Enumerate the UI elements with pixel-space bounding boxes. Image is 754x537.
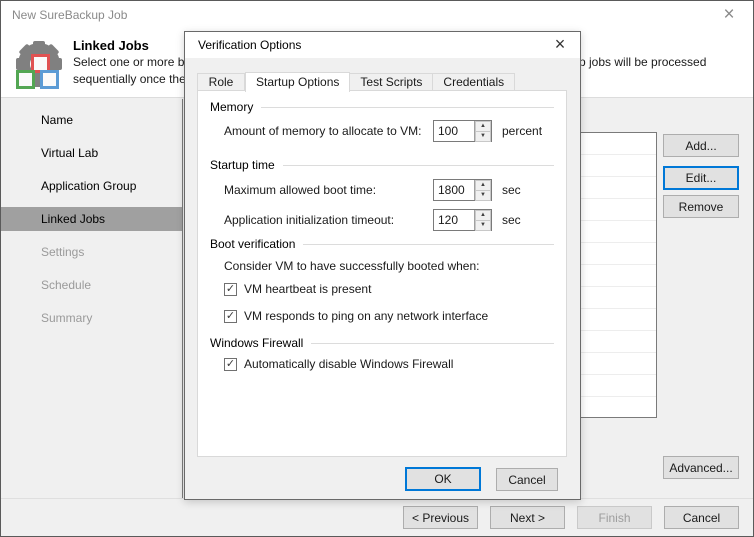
heartbeat-checkbox-row: ✓ VM heartbeat is present [224,281,566,297]
ok-button[interactable]: OK [405,467,481,491]
tab-credentials[interactable]: Credentials [433,73,516,91]
dialog-close-icon[interactable]: × [550,34,570,54]
remove-button[interactable]: Remove [663,195,739,218]
previous-button[interactable]: < Previous [403,506,478,529]
firewall-checkbox-row: ✓ Automatically disable Windows Firewall [224,356,566,372]
firewall-group-header: Windows Firewall [210,335,554,351]
memory-amount-value[interactable]: 100 [434,121,474,141]
spin-up-icon[interactable]: ▲ [475,180,491,190]
init-timeout-field-row: Application initialization timeout: 120 … [224,209,554,231]
boot-time-label: Maximum allowed boot time: [224,183,377,197]
startup-options-panel: Memory Amount of memory to allocate to V… [197,90,567,457]
window-close-icon[interactable]: × [718,4,740,26]
dialog-title: Verification Options [198,38,302,52]
window-title: New SureBackup Job [12,8,128,22]
boot-verification-group-label: Boot verification [210,237,296,251]
ping-checkbox[interactable]: ✓ [224,309,237,323]
blue-square-icon [40,70,59,89]
boot-verification-intro: Consider VM to have successfully booted … [224,259,480,273]
group-divider [311,342,554,344]
init-timeout-unit-label: sec [502,213,521,227]
group-divider [282,164,554,166]
memory-amount-label: Amount of memory to allocate to VM: [224,124,422,138]
edit-button[interactable]: Edit... [663,166,739,190]
step-heading: Linked Jobs [73,38,149,53]
ping-checkbox-row: ✓ VM responds to ping on any network int… [224,308,566,324]
verification-options-dialog: Verification Options × Role Startup Opti… [184,31,581,500]
firewall-group-label: Windows Firewall [210,336,304,350]
group-divider [303,243,554,245]
wizard-footer: < Previous Next > Finish Cancel [1,498,753,536]
spin-down-icon[interactable]: ▼ [475,131,491,142]
memory-unit-label: percent [502,124,543,138]
step-description-line1: Select one or more b [73,55,185,69]
init-timeout-value[interactable]: 120 [434,210,474,230]
spin-down-icon[interactable]: ▼ [475,220,491,231]
dialog-cancel-button[interactable]: Cancel [496,468,558,491]
init-timeout-label: Application initialization timeout: [224,213,395,227]
wizard-window: New SureBackup Job × Linked Jobs Select … [0,0,754,537]
boot-time-unit-label: sec [502,183,521,197]
add-button[interactable]: Add... [663,134,739,157]
sidebar-item-summary: Summary [41,311,93,325]
sidebar-item-settings: Settings [41,245,85,259]
heartbeat-checkbox[interactable]: ✓ [224,282,237,296]
memory-group-header: Memory [210,99,554,115]
green-square-icon [16,70,35,89]
sidebar-item-name[interactable]: Name [1,108,182,132]
sidebar-item-linked-jobs[interactable]: Linked Jobs [1,207,182,231]
next-button[interactable]: Next > [490,506,565,529]
memory-field-row: Amount of memory to allocate to VM: 100 … [224,120,554,142]
advanced-button[interactable]: Advanced... [663,456,739,479]
boot-time-field-row: Maximum allowed boot time: 1800 ▲ ▼ sec [224,179,554,201]
group-divider [261,106,554,108]
sidebar-item-application-group[interactable]: Application Group [1,174,182,198]
step-description-line2: sequentially once the [73,72,186,86]
firewall-checkbox-label[interactable]: Automatically disable Windows Firewall [244,357,453,371]
dialog-titlebar: Verification Options × [185,32,580,58]
boot-verification-group-header: Boot verification [210,236,554,252]
spin-up-icon[interactable]: ▲ [475,210,491,220]
boot-time-spinner[interactable]: 1800 ▲ ▼ [433,179,492,201]
init-timeout-spinner[interactable]: 120 ▲ ▼ [433,209,492,231]
startup-time-group-header: Startup time [210,157,554,173]
sidebar-item-schedule: Schedule [41,278,92,292]
dialog-tabs: Role Startup Options Test Scripts Creden… [197,72,516,92]
memory-group-label: Memory [210,100,254,114]
memory-amount-spinner[interactable]: 100 ▲ ▼ [433,120,492,142]
cancel-button[interactable]: Cancel [664,506,739,529]
tab-startup-options[interactable]: Startup Options [245,72,351,92]
sidebar-item-virtual-lab[interactable]: Virtual Lab [1,141,182,165]
ping-checkbox-label[interactable]: VM responds to ping on any network inter… [244,309,488,323]
firewall-checkbox[interactable]: ✓ [224,357,237,371]
finish-button: Finish [577,506,652,529]
surebackup-job-icon [9,34,69,94]
startup-time-group-label: Startup time [210,158,275,172]
tab-test-scripts[interactable]: Test Scripts [350,73,434,91]
spin-up-icon[interactable]: ▲ [475,121,491,131]
spin-down-icon[interactable]: ▼ [475,190,491,201]
boot-time-value[interactable]: 1800 [434,180,474,200]
window-titlebar: New SureBackup Job × [1,1,753,29]
wizard-steps-sidebar: Name Virtual Lab Application Group Linke… [1,99,183,498]
heartbeat-checkbox-label[interactable]: VM heartbeat is present [244,282,371,296]
tab-role[interactable]: Role [197,73,245,91]
step-description-line1-right: p jobs will be processed [579,55,707,69]
